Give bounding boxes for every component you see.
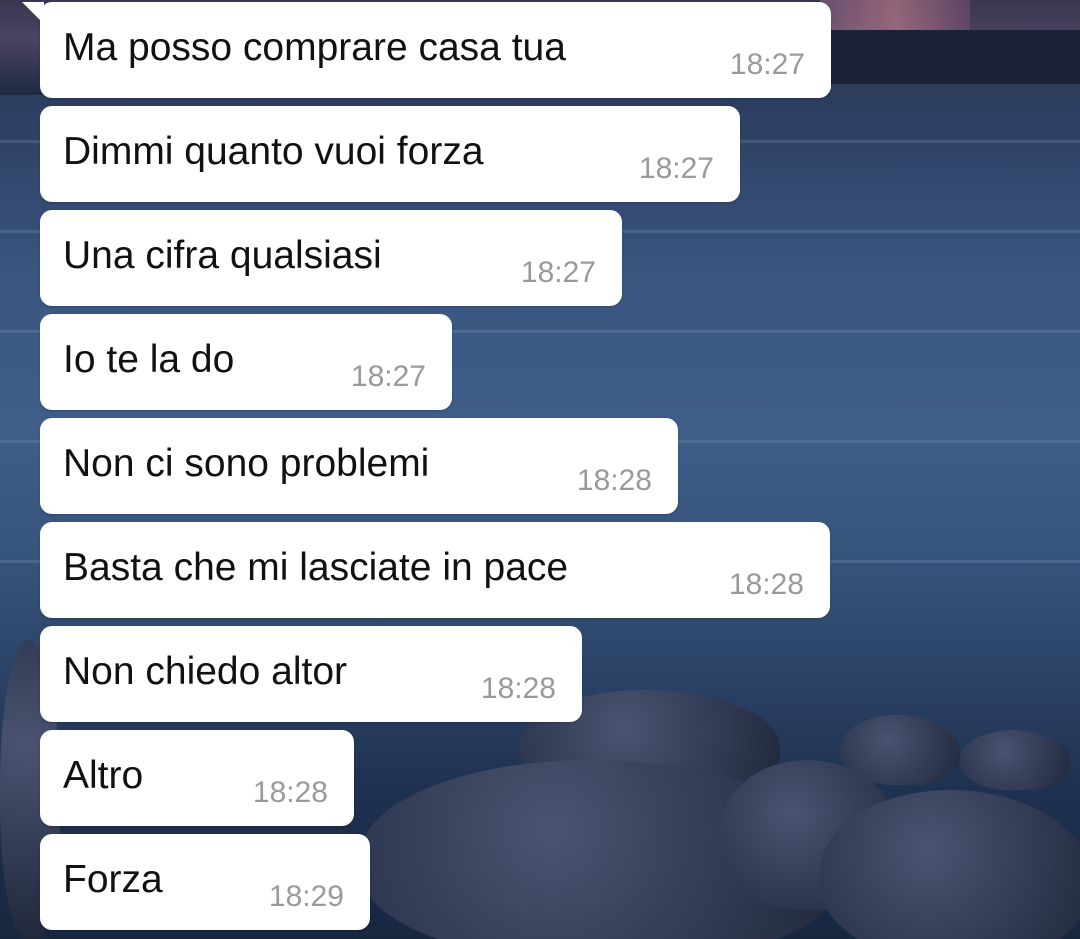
bubble-tail: [22, 2, 44, 24]
message-timestamp: 18:28: [728, 568, 804, 601]
message-text: Non chiedo altor: [63, 650, 348, 693]
message-text: Altro: [63, 754, 144, 797]
message-list: Ma posso comprare casa tua 18:27 Dimmi q…: [0, 0, 1080, 939]
message-bubble[interactable]: Io te la do 18:27: [40, 314, 452, 410]
message-bubble[interactable]: Altro 18:28: [40, 730, 354, 826]
message-text: Non ci sono problemi: [63, 442, 430, 485]
message-timestamp: 18:28: [480, 672, 556, 705]
message-bubble[interactable]: Basta che mi lasciate in pace 18:28: [40, 522, 830, 618]
message-text: Dimmi quanto vuoi forza: [63, 130, 484, 173]
message-timestamp: 18:27: [520, 256, 596, 289]
message-bubble[interactable]: Non ci sono problemi 18:28: [40, 418, 678, 514]
message-bubble[interactable]: Una cifra qualsiasi 18:27: [40, 210, 622, 306]
message-timestamp: 18:27: [638, 152, 714, 185]
message-timestamp: 18:27: [350, 360, 426, 393]
message-timestamp: 18:28: [252, 776, 328, 809]
message-timestamp: 18:27: [729, 48, 805, 81]
message-timestamp: 18:29: [268, 880, 344, 913]
message-text: Basta che mi lasciate in pace: [63, 546, 569, 589]
message-bubble[interactable]: Ma posso comprare casa tua 18:27: [22, 2, 831, 98]
message-bubble[interactable]: Forza 18:29: [40, 834, 370, 930]
message-bubble[interactable]: Dimmi quanto vuoi forza 18:27: [40, 106, 740, 202]
message-bubble[interactable]: Non chiedo altor 18:28: [40, 626, 582, 722]
message-timestamp: 18:28: [576, 464, 652, 497]
message-text: Forza: [63, 858, 163, 901]
message-text: Ma posso comprare casa tua: [63, 26, 566, 69]
message-text: Io te la do: [63, 338, 235, 381]
message-text: Una cifra qualsiasi: [63, 234, 382, 277]
